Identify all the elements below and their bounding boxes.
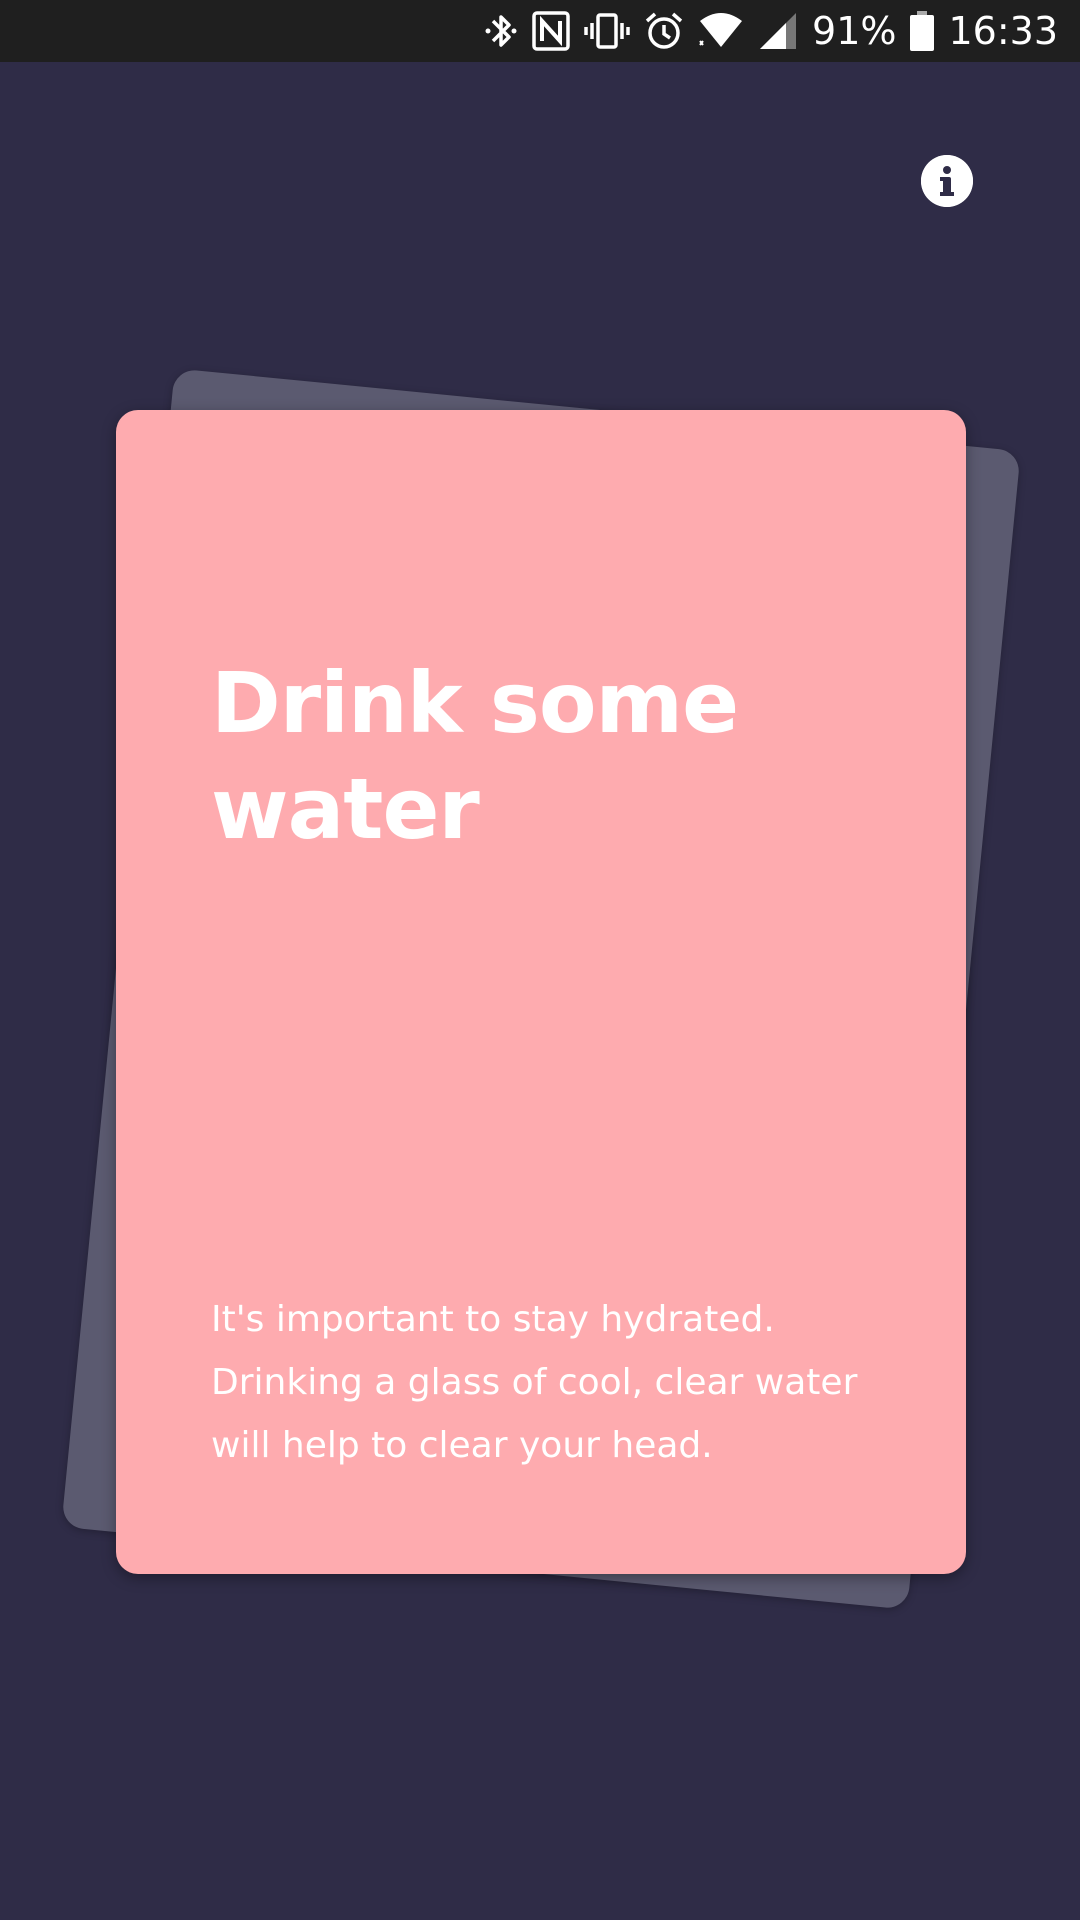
vibrate-icon — [584, 13, 630, 49]
card-body: It's important to stay hydrated. Drinkin… — [211, 1299, 858, 1466]
bluetooth-icon — [485, 15, 517, 47]
battery-icon — [910, 11, 935, 51]
info-icon — [921, 155, 973, 207]
tip-card[interactable]: Drink some water It's important to stay … — [116, 410, 966, 1574]
status-icons: 91% 16:33 — [470, 0, 1058, 62]
clock: 16:33 — [948, 9, 1058, 53]
battery-percent: 91% — [812, 9, 897, 53]
alarm-icon — [645, 12, 683, 49]
cell-signal-icon — [760, 13, 797, 49]
nfc-icon — [532, 11, 570, 51]
status-bar: 91% 16:33 — [0, 0, 1080, 62]
wifi-icon — [699, 13, 743, 47]
info-button[interactable] — [921, 155, 973, 207]
card-title: Drink some water — [211, 654, 739, 858]
